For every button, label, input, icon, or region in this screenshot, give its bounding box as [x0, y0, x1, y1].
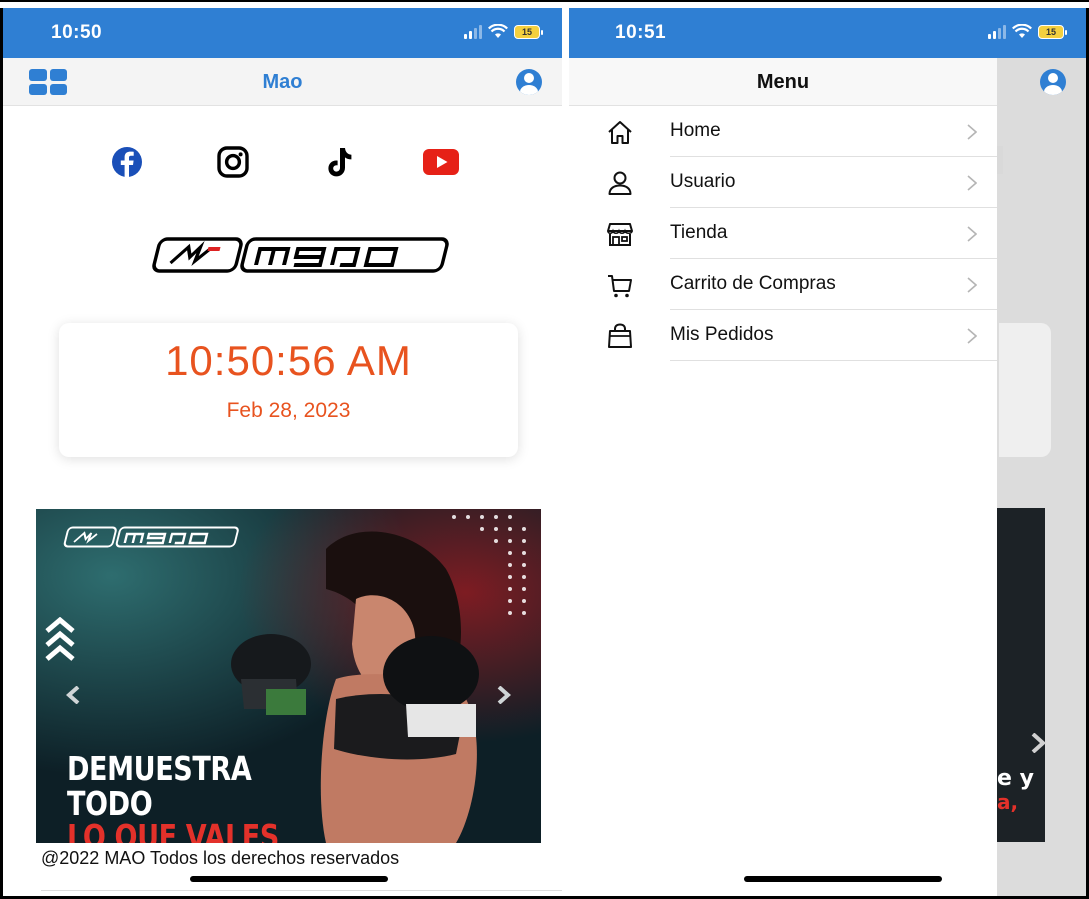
- menu-item-carrito[interactable]: Carrito de Compras: [569, 259, 997, 310]
- banner-headline-line: DEMUESTRA: [67, 749, 252, 788]
- status-bar: 10:51 15: [569, 8, 1086, 58]
- store-icon: [607, 223, 633, 246]
- mao-logo: [152, 237, 449, 273]
- tiktok-icon[interactable]: [321, 146, 357, 178]
- promo-banner: e y a,: [997, 508, 1045, 842]
- chevron-right-icon: [967, 124, 977, 140]
- status-icons: 15: [464, 24, 543, 39]
- menu-item-label: Home: [670, 120, 721, 141]
- wifi-icon: [488, 24, 508, 38]
- frame-top-border: [0, 0, 1089, 8]
- drawer-title: Menu: [756, 71, 810, 93]
- page-title: Mao: [262, 71, 303, 93]
- menu-item-label: Usuario: [670, 171, 736, 192]
- status-bar: 10:50 15: [3, 8, 562, 58]
- banner-headline-line: TODO: [67, 784, 153, 823]
- chevron-right-icon: [967, 226, 977, 242]
- cart-icon: [608, 275, 632, 298]
- profile-icon[interactable]: [516, 69, 542, 95]
- banner-text-fragment: e y: [997, 766, 1034, 791]
- home-indicator[interactable]: [190, 876, 388, 882]
- profile-icon: [1040, 69, 1066, 95]
- home-screen: 10:50 15 Mao 10:50:56 AM Feb 28, 2023 DE…: [0, 0, 562, 899]
- menu-item-usuario[interactable]: Usuario: [569, 157, 997, 208]
- copyright-footer: @2022 MAO Todos los derechos reservados: [41, 848, 400, 868]
- home-icon: [608, 121, 632, 144]
- promo-banner[interactable]: DEMUESTRA TODO LO QUE VALES: [36, 509, 541, 843]
- status-time: 10:50: [51, 22, 103, 43]
- clock-card: [999, 323, 1051, 457]
- screen-divider: [562, 0, 569, 899]
- home-indicator[interactable]: [744, 876, 942, 882]
- chevron-right-icon: [967, 328, 977, 344]
- banner-logo: [63, 526, 239, 548]
- wifi-icon: [1012, 24, 1032, 38]
- menu-item-home[interactable]: Home: [569, 106, 997, 157]
- menu-item-label: Tienda: [670, 222, 728, 243]
- banner-text-fragment: a,: [997, 790, 1019, 814]
- nav-bar: Mao: [3, 58, 562, 106]
- user-icon: [608, 171, 632, 195]
- footer-divider: [41, 890, 562, 891]
- instagram-icon[interactable]: [215, 146, 251, 178]
- menu-item-label: Mis Pedidos: [670, 324, 774, 345]
- clock-card: 10:50:56 AM Feb 28, 2023: [59, 323, 518, 457]
- chevron-left-icon[interactable]: [65, 686, 83, 704]
- chevrons-up-icon: [45, 617, 75, 661]
- chevron-right-icon: [967, 277, 977, 293]
- chevron-right-icon[interactable]: [494, 686, 512, 704]
- battery-icon: 15: [514, 24, 543, 39]
- facebook-icon[interactable]: [109, 146, 145, 178]
- menu-screen: 10:51 15 e y a, vados Menu: [569, 0, 1089, 899]
- side-menu-drawer: Menu Home Usuario Tienda Carrito de Comp…: [569, 58, 997, 899]
- status-icons: 15: [988, 24, 1067, 39]
- drawer-header: Menu: [569, 58, 997, 106]
- youtube-icon[interactable]: [423, 146, 459, 178]
- clock-time: 10:50:56 AM: [165, 337, 412, 384]
- chevron-right-icon: [1031, 733, 1046, 753]
- bag-icon: [608, 323, 632, 348]
- status-time: 10:51: [615, 22, 667, 43]
- battery-icon: 15: [1038, 24, 1067, 39]
- menu-item-tienda[interactable]: Tienda: [569, 208, 997, 259]
- signal-icon: [988, 24, 1006, 39]
- menu-separator: [670, 360, 997, 361]
- clock-date: Feb 28, 2023: [226, 399, 351, 422]
- banner-headline-line: LO QUE VALES: [67, 817, 279, 843]
- menu-item-label: Carrito de Compras: [670, 273, 836, 294]
- signal-icon: [464, 24, 482, 39]
- chevron-right-icon: [967, 175, 977, 191]
- menu-item-mis-pedidos[interactable]: Mis Pedidos: [569, 310, 997, 361]
